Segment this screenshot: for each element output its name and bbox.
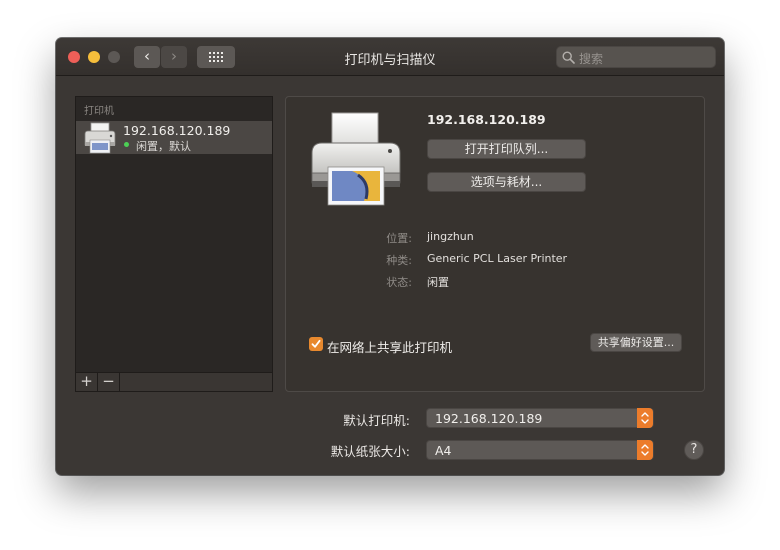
updown-chevron-icon xyxy=(637,440,653,460)
checkmark-icon xyxy=(311,339,321,348)
add-printer-button[interactable]: + xyxy=(76,373,98,391)
printer-title: 192.168.120.189 xyxy=(427,112,546,127)
location-label: 位置: xyxy=(386,232,412,245)
default-paper-size-value: A4 xyxy=(435,443,452,458)
printer-list-item-name: 192.168.120.189 xyxy=(123,123,231,138)
printer-list-item-status: 闲置，默认 xyxy=(136,140,191,153)
default-printer-label: 默认打印机: xyxy=(343,413,410,428)
search-field[interactable]: 搜索 xyxy=(556,46,716,68)
kind-label: 种类: xyxy=(386,254,412,267)
status-label: 状态: xyxy=(386,276,412,289)
location-value: jingzhun xyxy=(427,230,474,243)
default-printer-select[interactable]: 192.168.120.189 xyxy=(426,408,654,428)
search-icon xyxy=(562,51,575,64)
printer-list-header: 打印机 xyxy=(84,106,114,117)
sharing-preferences-button[interactable]: 共享偏好设置... xyxy=(590,333,682,352)
search-placeholder: 搜索 xyxy=(579,52,604,66)
printer-list-item[interactable]: 192.168.120.189 闲置，默认 xyxy=(76,121,272,154)
printer-list-toolbar: + − xyxy=(76,372,272,391)
open-print-queue-button[interactable]: 打开打印队列... xyxy=(427,139,586,159)
help-button[interactable]: ? xyxy=(684,440,704,460)
default-printer-value: 192.168.120.189 xyxy=(435,411,543,426)
title-bar: ‹ › 打印机与扫描仪 搜索 xyxy=(56,38,724,76)
minus-icon: − xyxy=(102,372,115,390)
printer-detail-panel: 192.168.120.189 打开打印队列... 选项与耗材... 位置: j… xyxy=(285,96,705,392)
status-value: 闲置 xyxy=(427,276,449,289)
printer-list: 打印机 192.168.120.189 闲置，默认 + − xyxy=(75,96,273,392)
options-supplies-button[interactable]: 选项与耗材... xyxy=(427,172,586,192)
share-printer-label[interactable]: 在网络上共享此打印机 xyxy=(327,337,452,356)
question-mark-icon: ? xyxy=(690,442,698,457)
printers-scanners-window: ‹ › 打印机与扫描仪 搜索 打印机 192.168.120.189 闲置，默认… xyxy=(56,38,724,475)
kind-value: Generic PCL Laser Printer xyxy=(427,252,568,265)
printer-icon xyxy=(84,122,116,154)
remove-printer-button[interactable]: − xyxy=(98,373,120,391)
printer-large-icon xyxy=(311,112,401,206)
updown-chevron-icon xyxy=(637,408,653,428)
plus-icon: + xyxy=(80,372,93,390)
default-paper-size-select[interactable]: A4 xyxy=(426,440,654,460)
status-dot-icon xyxy=(124,142,129,147)
default-paper-size-label: 默认纸张大小: xyxy=(330,444,410,459)
share-printer-checkbox[interactable] xyxy=(309,337,323,351)
